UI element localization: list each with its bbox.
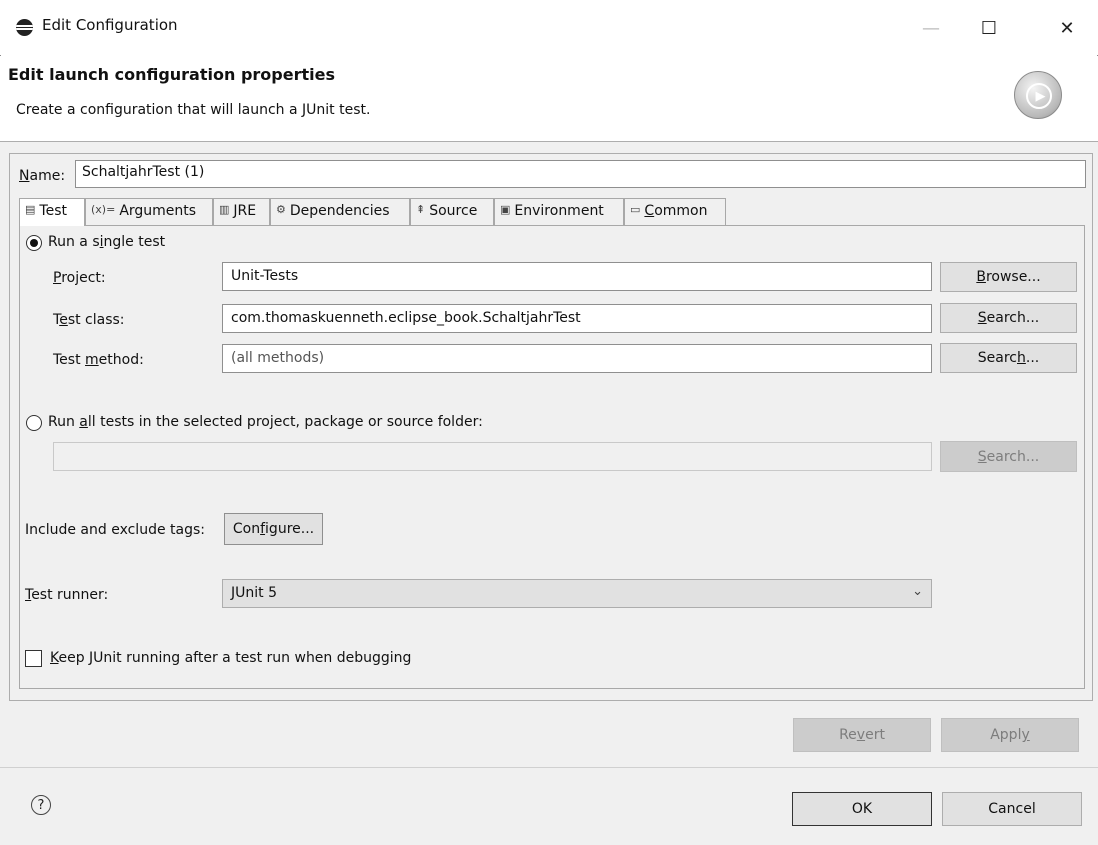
- apply-button[interactable]: Appl y: [941, 718, 1079, 752]
- test-class-label: Test class:: [53, 312, 125, 328]
- jre-tab-icon: ▥: [219, 203, 230, 216]
- project-label: Project:: [53, 270, 106, 286]
- source-tab-icon: ⇞: [416, 203, 426, 216]
- all-tests-radio[interactable]: [26, 415, 42, 431]
- close-button[interactable]: ✕: [1044, 10, 1090, 46]
- test-class-input[interactable]: com.thomaskuenneth.eclipse_book.Schaltja…: [222, 304, 932, 333]
- tab-test[interactable]: ▤ Test: [19, 198, 85, 226]
- test-runner-value: JUnit 5: [231, 585, 277, 601]
- help-icon[interactable]: ?: [31, 795, 51, 815]
- chevron-down-icon: ⌄: [912, 584, 923, 599]
- container-input[interactable]: [53, 442, 932, 471]
- tab-dependencies[interactable]: ⚙ Dependencies: [270, 198, 410, 225]
- search-container-button[interactable]: Search...: [940, 441, 1077, 472]
- revert-button[interactable]: Re v ert: [793, 718, 931, 752]
- browse-project-button[interactable]: Browse...: [940, 262, 1077, 292]
- header-title: Edit launch configuration properties: [8, 65, 335, 84]
- test-runner-label: Test runner:: [25, 587, 109, 603]
- tags-label: Include and exclude tags:: [25, 522, 205, 538]
- test-runner-select[interactable]: JUnit 5 ⌄: [222, 579, 932, 608]
- run-icon: ▶: [1014, 71, 1062, 119]
- dependencies-tab-icon: ⚙: [276, 203, 286, 216]
- maximize-button[interactable]: ☐: [966, 10, 1012, 46]
- tab-jre[interactable]: ▥ JRE: [213, 198, 270, 225]
- common-tab-icon: ▭: [630, 203, 641, 216]
- search-test-class-button[interactable]: Search...: [940, 303, 1077, 333]
- single-test-label: Run a single test: [48, 234, 166, 250]
- test-method-label: Test method:: [53, 352, 144, 368]
- play-icon: ▶: [1026, 83, 1052, 109]
- tab-common[interactable]: ▭ Common: [624, 198, 726, 225]
- all-tests-label: Run all tests in the selected project, p…: [48, 414, 483, 430]
- keep-junit-running-checkbox[interactable]: [25, 650, 42, 667]
- name-input[interactable]: SchaltjahrTest (1): [75, 160, 1086, 188]
- arguments-tab-icon: (x)=: [91, 203, 116, 216]
- keep-junit-running-label: Keep JUnit running after a test run when…: [50, 650, 412, 666]
- project-input[interactable]: Unit-Tests: [222, 262, 932, 291]
- tab-source[interactable]: ⇞ Source: [410, 198, 494, 225]
- dialog-header: Edit launch configuration properties Cre…: [0, 56, 1098, 142]
- test-tab-icon: ▤: [25, 203, 36, 216]
- tab-arguments[interactable]: (x)= Arguments: [85, 198, 213, 225]
- dialog-footer: [0, 767, 1098, 845]
- ok-button[interactable]: OK: [792, 792, 932, 826]
- search-test-method-button[interactable]: Searc h...: [940, 343, 1077, 373]
- eclipse-icon: [16, 19, 33, 36]
- single-test-radio[interactable]: [26, 235, 42, 251]
- title-bar: Edit Configuration — ☐ ✕: [0, 0, 1098, 55]
- tab-environment[interactable]: ▣ Environment: [494, 198, 624, 225]
- name-label: Name:: [19, 168, 66, 184]
- cancel-button[interactable]: Cancel: [942, 792, 1082, 826]
- header-description: Create a configuration that will launch …: [16, 102, 371, 118]
- test-method-input[interactable]: (all methods): [222, 344, 932, 373]
- environment-tab-icon: ▣: [500, 203, 511, 216]
- configure-tags-button[interactable]: Con f igure...: [224, 513, 323, 545]
- minimize-button[interactable]: —: [908, 10, 954, 46]
- window-title: Edit Configuration: [42, 16, 178, 34]
